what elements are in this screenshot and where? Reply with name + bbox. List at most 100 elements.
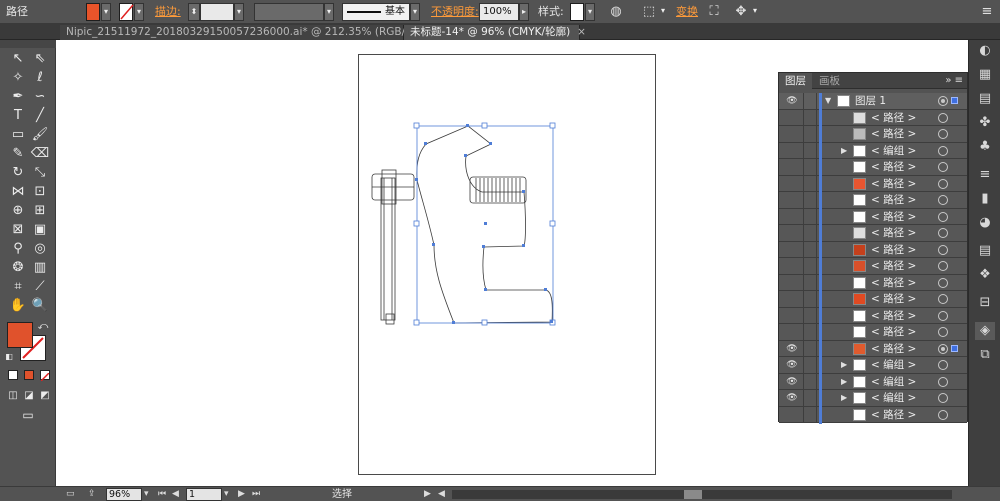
layer-name[interactable]: < 路径 >	[871, 258, 916, 274]
target-circle-icon[interactable]	[938, 244, 948, 255]
open-in-bridge-icon[interactable]: ▭	[66, 488, 75, 501]
layers-panel-icon[interactable]: ◈	[975, 322, 995, 340]
arrange-documents-icon[interactable]: ✥	[732, 3, 750, 21]
status-menu-icon[interactable]: ▶	[424, 488, 431, 501]
sublayer-row[interactable]: < 路径 >	[779, 126, 967, 143]
target-circle-icon[interactable]	[938, 294, 948, 304]
sublayer-row[interactable]: < 路径 >	[779, 175, 967, 193]
tab-document-2[interactable]: 未标题-14* @ 96% (CMYK/轮廓) ×	[404, 25, 586, 40]
lock-toggle[interactable]	[803, 192, 817, 208]
arrange-dropdown[interactable]: ▾	[750, 3, 760, 21]
sublayer-row[interactable]: < 路径 >	[779, 324, 967, 341]
zoom-dropdown[interactable]: ▾	[144, 488, 149, 501]
expand-arrow-icon[interactable]: ▶	[841, 376, 849, 388]
lock-toggle[interactable]	[803, 208, 817, 225]
target-circle-icon[interactable]	[938, 129, 948, 139]
fill-swatch[interactable]	[86, 3, 100, 21]
artboards-panel-icon[interactable]: ⧉	[975, 346, 995, 364]
none-mode-icon[interactable]	[40, 370, 50, 382]
visibility-eye-icon[interactable]	[785, 195, 799, 205]
scale-tool-icon[interactable]: ⤡	[30, 164, 50, 182]
selection-indicator[interactable]	[951, 344, 958, 352]
type-tool-icon[interactable]: T	[8, 107, 28, 125]
sublayer-row[interactable]: 👁 ▶ < 编组 >	[779, 357, 967, 374]
sublayer-row[interactable]: 👁 < 路径 >	[779, 340, 967, 358]
lock-toggle[interactable]	[803, 126, 817, 142]
layer-name[interactable]: < 路径 >	[871, 126, 916, 142]
scroll-left-icon[interactable]: ◀	[438, 488, 445, 501]
target-circle-icon[interactable]	[938, 277, 948, 288]
rectangle-tool-icon[interactable]: ▭	[8, 126, 28, 144]
target-circle-icon[interactable]	[938, 228, 948, 238]
draw-normal-icon[interactable]: ◫	[6, 387, 20, 405]
sublayer-row[interactable]: < 路径 >	[779, 109, 967, 127]
lock-toggle[interactable]	[803, 258, 817, 274]
eraser-tool-icon[interactable]: ⌫	[30, 145, 50, 163]
sublayer-row[interactable]: ▶ < 编组 >	[779, 142, 967, 160]
eyedropper-tool-icon[interactable]: ⚲	[8, 240, 28, 258]
visibility-eye-icon[interactable]	[785, 278, 799, 288]
panel-menu-icon[interactable]: ≡	[978, 3, 996, 21]
lasso-tool-icon[interactable]: ℓ	[30, 69, 50, 87]
opacity-input[interactable]: 100%	[479, 3, 519, 21]
layer-name[interactable]: < 编组 >	[871, 357, 916, 373]
lock-toggle[interactable]	[803, 307, 817, 324]
target-circle-icon[interactable]	[938, 310, 948, 321]
align-icon[interactable]: ⬚	[640, 3, 658, 21]
rotate-tool-icon[interactable]: ↻	[8, 164, 28, 182]
fill-color-swatch-front[interactable]	[7, 322, 33, 348]
layer-row[interactable]: 👁 ▼ 图层 1	[779, 93, 967, 110]
visibility-eye-icon[interactable]	[785, 311, 799, 321]
target-circle-icon[interactable]	[938, 211, 948, 222]
visibility-eye-icon[interactable]	[785, 410, 799, 420]
panel-menu-icon[interactable]: » ≡	[945, 73, 963, 89]
direct-selection-tool-icon[interactable]: ⇖	[30, 50, 50, 68]
color-panel-icon[interactable]: ◐	[975, 42, 995, 60]
brush-definition[interactable]: 基本	[342, 3, 410, 21]
magic-wand-tool-icon[interactable]: ✧	[8, 69, 28, 87]
lock-toggle[interactable]	[803, 390, 817, 406]
sublayer-row[interactable]: < 路径 >	[779, 406, 967, 424]
slice-tool-icon[interactable]: ⟋	[30, 278, 50, 296]
layer-name[interactable]: < 路径 >	[871, 110, 916, 126]
swatches-panel-icon[interactable]: ▤	[975, 90, 995, 108]
lock-toggle[interactable]	[803, 357, 817, 373]
brushes-panel-icon[interactable]: ✤	[975, 114, 995, 132]
perspective-grid-tool-icon[interactable]: ⊞	[30, 202, 50, 220]
sublayer-row[interactable]: < 路径 >	[779, 274, 967, 292]
visibility-eye-icon[interactable]	[785, 212, 799, 222]
brush-definition-dropdown[interactable]: ▾	[410, 3, 420, 21]
lock-toggle[interactable]	[803, 324, 817, 340]
sublayer-row[interactable]: < 路径 >	[779, 291, 967, 308]
opacity-link[interactable]: 不透明度:	[431, 3, 479, 21]
fill-dropdown[interactable]: ▾	[101, 3, 111, 21]
blend-tool-icon[interactable]: ◎	[30, 240, 50, 258]
lock-toggle[interactable]	[803, 109, 817, 126]
visibility-eye-icon[interactable]: 👁	[785, 377, 799, 387]
align-dropdown[interactable]: ▾	[658, 3, 668, 21]
visibility-eye-icon[interactable]	[785, 261, 799, 271]
stroke-weight-dropdown[interactable]: ▾	[234, 3, 244, 21]
tab-artboards[interactable]: 画板	[813, 73, 846, 89]
selection-tool-icon[interactable]: ↖	[8, 50, 28, 68]
curvature-tool-icon[interactable]: ∽	[30, 88, 50, 106]
layer-name[interactable]: < 编组 >	[871, 390, 916, 406]
zoom-input[interactable]: 96%	[106, 488, 142, 501]
lock-toggle[interactable]	[803, 274, 817, 291]
pencil-tool-icon[interactable]: ✎	[8, 145, 28, 163]
expand-arrow-icon[interactable]: ▶	[841, 392, 849, 404]
layer-name[interactable]: < 路径 >	[871, 324, 916, 340]
symbols-panel-icon[interactable]: ♣	[975, 138, 995, 156]
default-fill-stroke-icon[interactable]: ◧	[2, 348, 16, 366]
artboard-tool-icon[interactable]: ⌗	[8, 278, 28, 296]
visibility-eye-icon[interactable]	[785, 179, 799, 189]
expand-arrow-icon[interactable]: ▶	[841, 145, 849, 157]
target-circle-icon[interactable]	[938, 96, 948, 106]
lock-toggle[interactable]	[803, 241, 817, 258]
layer-name[interactable]: < 路径 >	[871, 308, 916, 324]
color-guide-icon[interactable]: ▦	[975, 66, 995, 84]
lock-toggle[interactable]	[803, 373, 817, 390]
layer-name[interactable]: < 路径 >	[871, 407, 916, 423]
layer-name[interactable]: 图层 1	[855, 93, 886, 109]
target-circle-icon[interactable]	[938, 343, 948, 354]
